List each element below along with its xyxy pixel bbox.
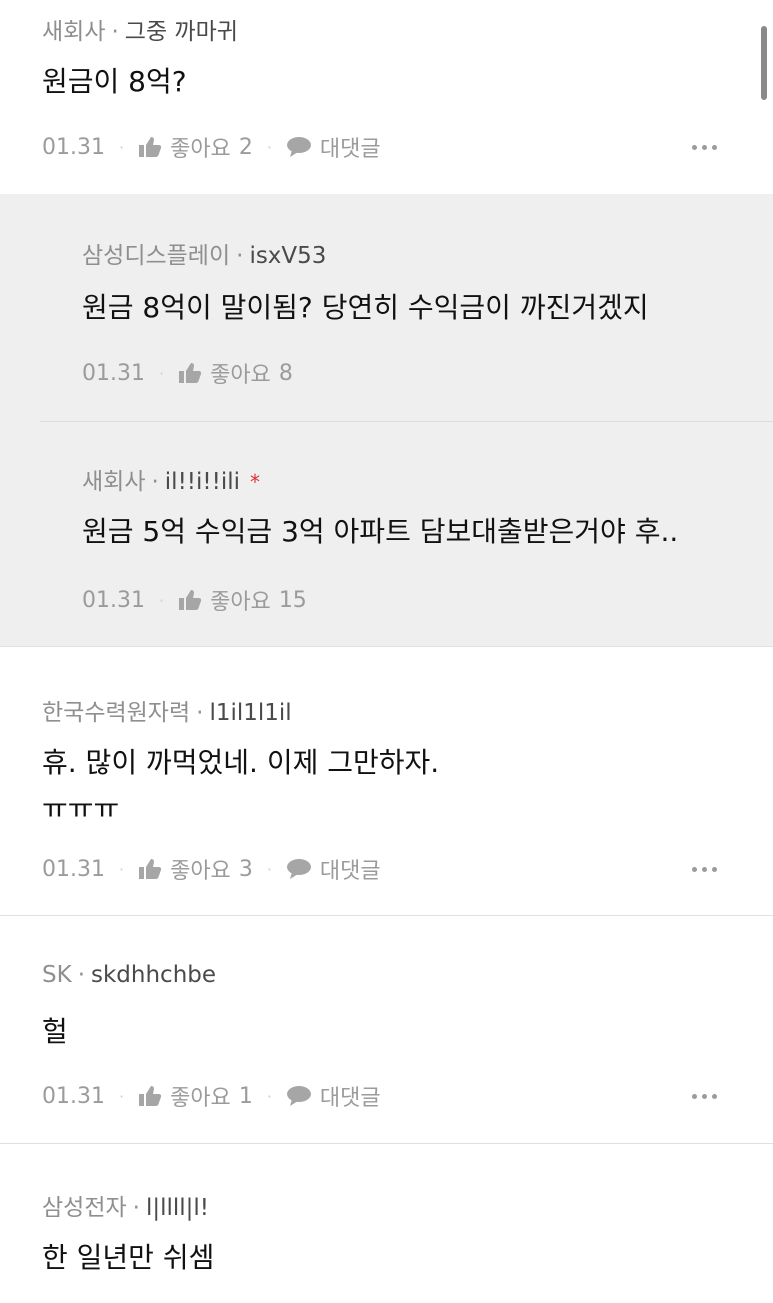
meta-dot: · <box>158 590 165 610</box>
comment-item: SK · skdhhchbe 헐 01.31 · 좋아요 1 · 대댓글 <box>0 916 773 1143</box>
reply-meta: 01.31 · 좋아요 8 <box>82 357 293 389</box>
more-horizontal-icon <box>692 144 697 150</box>
thumbs-up-icon <box>178 589 202 611</box>
speech-bubble-icon <box>286 858 312 880</box>
comment-meta: 01.31 · 좋아요 1 · 대댓글 <box>42 1080 381 1112</box>
reply-item: 새회사 · il!!i!!ili * 원금 5억 수익금 3억 아파트 담보대출받은거… <box>40 422 773 646</box>
author-separator: · <box>111 19 119 45</box>
author-nickname: il!!i!!ili <box>164 469 241 495</box>
comment-text: 원금이 8억? <box>42 65 187 98</box>
like-label: 좋아요 <box>170 1086 231 1111</box>
more-options-button[interactable] <box>692 132 717 162</box>
author-nickname: 그중 까마귀 <box>124 19 238 45</box>
like-button[interactable]: 좋아요 15 <box>178 584 307 616</box>
reply-item: 삼성디스플레이 · isxV53 원금 8억이 말이됨? 당연히 수익금이 까진거겠… <box>40 194 773 421</box>
thumbs-up-icon <box>138 1085 162 1107</box>
author-company: 삼성디스플레이 <box>82 243 231 269</box>
meta-dot: · <box>118 859 125 879</box>
like-button[interactable]: 좋아요 2 <box>138 131 253 163</box>
thumbs-up-icon <box>138 858 162 880</box>
like-count: 1 <box>238 1083 253 1109</box>
comment-item: 삼성전자 · l|llll|l! 한 일년만 쉬셈 <box>0 1144 773 1303</box>
author-separator: · <box>236 243 244 269</box>
author-company: 새회사 <box>82 469 146 495</box>
speech-bubble-icon <box>286 136 312 158</box>
reply-text: 원금 5억 수익금 3억 아파트 담보대출받은거야 후.. <box>82 515 679 548</box>
author-separator: · <box>77 962 85 988</box>
comment-date: 01.31 <box>42 856 105 882</box>
more-horizontal-icon <box>692 1093 697 1099</box>
thumbs-up-icon <box>138 136 162 158</box>
reply-button[interactable]: 대댓글 <box>286 131 381 163</box>
reply-date: 01.31 <box>82 587 145 613</box>
comment-author[interactable]: 새회사 · 그중 까마귀 <box>42 12 238 46</box>
reply-author[interactable]: 새회사 · il!!i!!ili * <box>82 462 260 496</box>
reply-text: 원금 8억이 말이됨? 당연히 수익금이 까진거겠지 <box>82 291 649 324</box>
reply-label: 대댓글 <box>319 137 381 162</box>
comment-text: 한 일년만 쉬셈 <box>42 1241 215 1274</box>
comment-meta: 01.31 · 좋아요 3 · 대댓글 <box>42 853 381 885</box>
reply-meta: 01.31 · 좋아요 15 <box>82 584 307 616</box>
like-button[interactable]: 좋아요 3 <box>138 853 253 885</box>
like-label: 좋아요 <box>210 363 271 388</box>
like-label: 좋아요 <box>210 590 271 615</box>
reply-label: 대댓글 <box>319 859 381 884</box>
comment-author[interactable]: 한국수력원자력 · l1il1l1il <box>42 693 292 727</box>
meta-dot: · <box>118 137 125 157</box>
comment-author[interactable]: 삼성전자 · l|llll|l! <box>42 1188 209 1222</box>
reply-date: 01.31 <box>82 360 145 386</box>
thumbs-up-icon <box>178 362 202 384</box>
more-options-button[interactable] <box>692 854 717 884</box>
comment-author[interactable]: SK · skdhhchbe <box>42 962 216 988</box>
reply-button[interactable]: 대댓글 <box>286 1080 381 1112</box>
author-company: 새회사 <box>42 19 106 45</box>
meta-dot: · <box>266 859 272 879</box>
comment-date: 01.31 <box>42 134 105 160</box>
author-separator: · <box>132 1195 140 1221</box>
more-horizontal-icon <box>692 866 697 872</box>
like-count: 15 <box>278 587 307 613</box>
meta-dot: · <box>266 137 272 157</box>
author-mark: * <box>250 470 261 494</box>
comment-text-line2: ㅠㅠㅠ <box>42 792 120 825</box>
like-label: 좋아요 <box>170 137 231 162</box>
author-company: 한국수력원자력 <box>42 700 191 726</box>
author-nickname: skdhhchbe <box>91 962 217 988</box>
author-separator: · <box>196 700 204 726</box>
comment-text: 휴. 많이 까먹었네. 이제 그만하자. <box>42 746 440 779</box>
reply-button[interactable]: 대댓글 <box>286 853 381 885</box>
meta-dot: · <box>158 363 165 383</box>
reply-author[interactable]: 삼성디스플레이 · isxV53 <box>82 236 326 270</box>
scrollbar[interactable] <box>761 26 767 100</box>
more-options-button[interactable] <box>692 1081 717 1111</box>
like-button[interactable]: 좋아요 1 <box>138 1080 253 1112</box>
meta-dot: · <box>118 1086 125 1106</box>
comment-text: 헐 <box>42 1015 68 1048</box>
speech-bubble-icon <box>286 1085 312 1107</box>
comment-item: 한국수력원자력 · l1il1l1il 휴. 많이 까먹었네. 이제 그만하자. ㅠ… <box>0 647 773 915</box>
reply-thread: 삼성디스플레이 · isxV53 원금 8억이 말이됨? 당연히 수익금이 까진거겠… <box>0 194 773 646</box>
comment-item: 새회사 · 그중 까마귀 원금이 8억? 01.31 · 좋아요 2 · 대댓글 <box>0 0 773 194</box>
author-nickname: isxV53 <box>249 243 327 269</box>
author-separator: · <box>151 469 159 495</box>
reply-label: 대댓글 <box>319 1086 381 1111</box>
author-company: 삼성전자 <box>42 1195 127 1221</box>
comment-meta: 01.31 · 좋아요 2 · 대댓글 <box>42 131 381 163</box>
like-button[interactable]: 좋아요 8 <box>178 357 293 389</box>
like-count: 2 <box>238 134 253 160</box>
like-count: 8 <box>278 360 293 386</box>
comment-date: 01.31 <box>42 1083 105 1109</box>
author-nickname: l1il1l1il <box>209 700 292 726</box>
like-count: 3 <box>238 856 253 882</box>
author-nickname: l|llll|l! <box>145 1195 210 1221</box>
author-company: SK <box>42 962 72 988</box>
like-label: 좋아요 <box>170 859 231 884</box>
meta-dot: · <box>266 1086 272 1106</box>
